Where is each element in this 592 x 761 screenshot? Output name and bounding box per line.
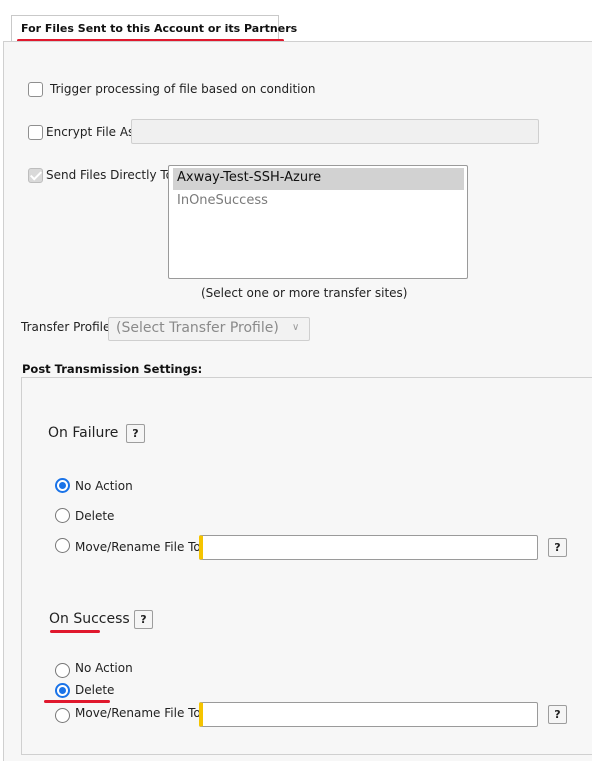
on-success-move-help-button[interactable]: ? — [548, 705, 567, 724]
on-failure-move-input[interactable] — [199, 535, 538, 560]
send-directly-label: Send Files Directly To: — [46, 168, 178, 182]
on-success-no-action-radio[interactable] — [55, 663, 70, 678]
on-failure-title: On Failure — [48, 425, 119, 441]
post-transmission-title: Post Transmission Settings: — [22, 362, 203, 376]
send-directly-checkbox[interactable] — [28, 168, 43, 183]
encrypt-input[interactable] — [131, 119, 539, 144]
chevron-down-icon: ∨ — [292, 322, 300, 333]
on-failure-help-button[interactable]: ? — [126, 424, 145, 443]
trigger-label: Trigger processing of file based on cond… — [50, 82, 316, 96]
on-success-title: On Success — [49, 611, 130, 627]
on-success-move-input[interactable] — [199, 702, 538, 727]
on-failure-no-action-radio[interactable] — [55, 478, 70, 493]
transfer-site-option[interactable]: InOneSuccess — [177, 193, 268, 208]
on-failure-move-radio[interactable] — [55, 538, 70, 553]
transfer-profile-value: (Select Transfer Profile) — [116, 320, 279, 336]
trigger-checkbox[interactable] — [28, 82, 43, 97]
radio-label: Move/Rename File To: — [75, 540, 205, 554]
transfer-site-option[interactable]: Axway-Test-SSH-Azure — [177, 170, 321, 185]
tab-label: For Files Sent to this Account or its Pa… — [21, 22, 298, 35]
on-success-help-button[interactable]: ? — [134, 610, 153, 629]
radio-label: Move/Rename File To: — [75, 706, 205, 720]
on-failure-delete-radio[interactable] — [55, 508, 70, 523]
annotation-underline — [44, 700, 110, 703]
transfer-profile-label: Transfer Profile: — [21, 320, 115, 334]
encrypt-label: Encrypt File As: — [46, 125, 139, 139]
radio-label: Delete — [75, 683, 115, 697]
radio-label: No Action — [75, 661, 133, 675]
on-failure-move-help-button[interactable]: ? — [548, 538, 567, 557]
transfer-sites-hint: (Select one or more transfer sites) — [201, 286, 408, 300]
encrypt-checkbox[interactable] — [28, 125, 43, 140]
radio-label: No Action — [75, 479, 133, 493]
on-success-move-radio[interactable] — [55, 708, 70, 723]
radio-label: Delete — [75, 509, 115, 523]
annotation-underline — [50, 630, 100, 633]
on-success-delete-radio[interactable] — [55, 683, 70, 698]
